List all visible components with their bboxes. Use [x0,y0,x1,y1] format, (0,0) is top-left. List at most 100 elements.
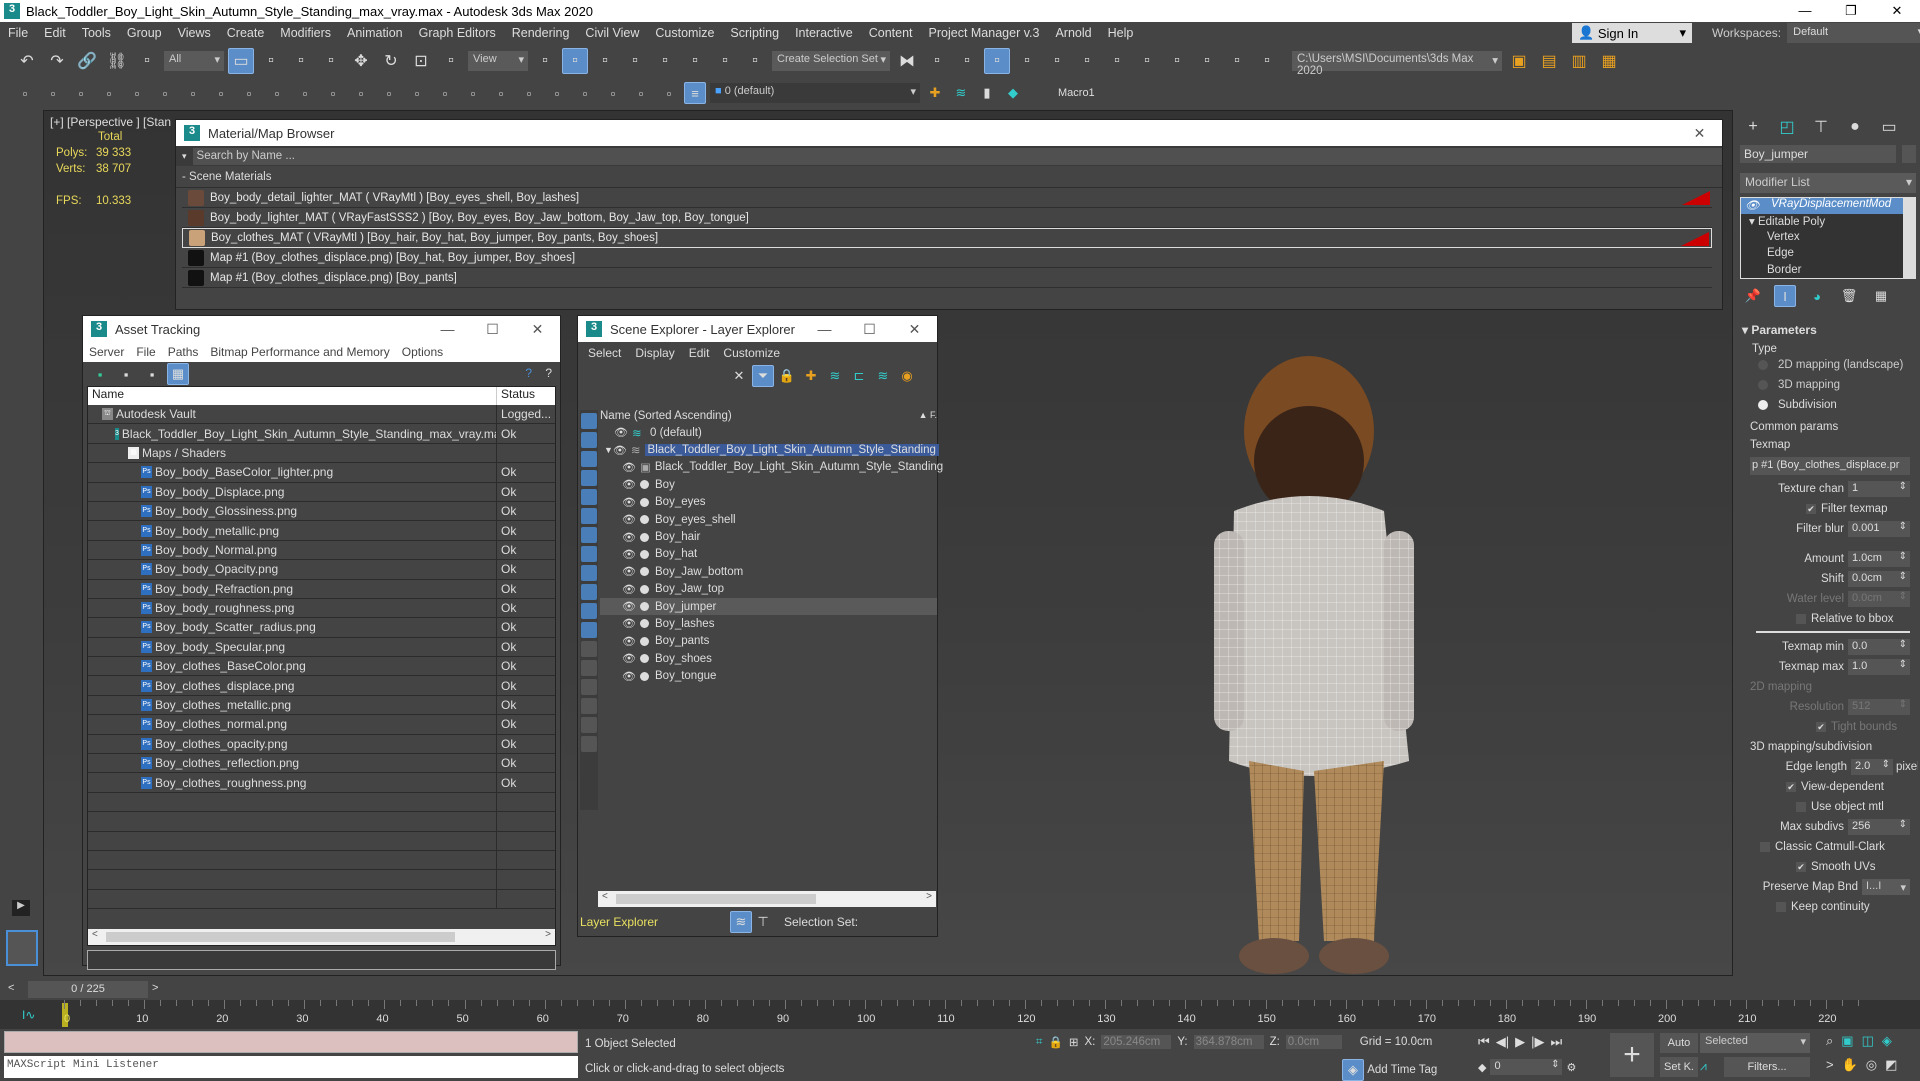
project-path-dropdown[interactable]: C:\Users\MSI\Documents\3ds Max 2020 [1292,51,1502,77]
scene-explorer-row[interactable]: 👁 Boy_hat [600,546,937,563]
filter-icon[interactable]: ⏷ [752,365,774,387]
visibility-eye-icon[interactable]: 👁 [613,444,627,457]
menu-animation[interactable]: Animation [339,26,411,40]
asset-row[interactable]: Ps Boy_body_Displace.png Ok [88,482,555,502]
column-header-name[interactable]: Name [88,387,497,405]
hierarchy-mode-icon[interactable]: ⊤ [752,911,774,933]
percent-snap-icon[interactable]: ▫ [682,48,708,74]
asset-menu-bitmap-performance-and-memory[interactable]: Bitmap Performance and Memory [204,345,395,359]
next-frame-icon[interactable]: |▶ [1531,1034,1544,1050]
asset-row[interactable]: Ps Boy_body_Glossiness.png Ok [88,501,555,522]
display-filter-icon[interactable] [581,508,597,524]
isolate-selection-icon[interactable]: ⌗ [1036,1036,1042,1049]
parameters-rollout[interactable]: ▾ Parameters [1736,323,1920,343]
scene-explorer-row[interactable]: 👁 ≋ 0 (default) [600,424,937,441]
make-unique-icon[interactable]: ◕ [1806,285,1828,307]
teapot-icon[interactable]: ▫ [518,82,540,104]
scene-explorer-row[interactable]: 👁 Boy_eyes_shell [600,511,937,528]
display-filter-icon[interactable] [581,432,597,448]
go-to-end-icon[interactable]: ⏭ [1550,1034,1562,1050]
key-tangent-icon[interactable]: ⩘ [1700,1059,1707,1074]
motion-tab-icon[interactable]: ● [1842,114,1868,140]
play-icon[interactable]: ▶ [1515,1034,1525,1050]
track-bar[interactable]: I∿ 0 10 20 30 40 50 60 70 80 90 100 110 120 130 140 150… [0,1000,1920,1029]
zoom-extents-all-icon[interactable]: ◈ [1882,1033,1892,1049]
type-radio-option[interactable]: Subdivision [1758,395,1920,415]
display-filter-icon[interactable] [581,641,597,657]
display-filter-icon[interactable] [581,679,597,695]
unlink-icon[interactable]: ⛓ [104,48,130,74]
bind-space-warp-icon[interactable]: ▫ [134,48,160,74]
asset-row[interactable]: Ps Boy_body_Scatter_radius.png Ok [88,618,555,638]
modifier-stack-item[interactable]: 👁 VRayDisplacementMod [1741,198,1903,215]
column-header-status[interactable]: Status [497,387,555,405]
checkbox[interactable] [1760,842,1770,852]
checkbox[interactable]: ✔ [1816,722,1826,732]
project-settings-icon[interactable]: ▣ [1506,48,1532,74]
type-radio-option[interactable]: 3D mapping [1758,375,1920,395]
thumbnail-icon[interactable]: ▪ [141,363,163,385]
maxscript-output[interactable] [4,1031,578,1053]
geosphere-icon[interactable]: ▫ [574,82,596,104]
stack-scrollbar[interactable] [1903,198,1915,278]
horizontal-scrollbar[interactable]: < > [598,891,936,907]
asset-row[interactable]: Ps Boy_clothes_normal.png Ok [88,715,555,735]
select-by-name-icon[interactable]: ▫ [258,48,284,74]
tight-bounds-checkbox[interactable]: ✔ Tight bounds [1736,717,1910,737]
water-level-spinner[interactable]: 0.0cm [1848,591,1910,607]
scene-explorer-row[interactable]: 👁 Boy_pants [600,633,937,650]
undo-icon[interactable]: ↶ [14,48,40,74]
modifier-toggle-eye-icon[interactable]: 👁 [1745,198,1760,212]
asset-row[interactable]: Ps Boy_body_roughness.png Ok [88,598,555,619]
set-key-button[interactable]: Set K. [1660,1057,1698,1077]
keyboard-shortcut-icon[interactable]: ▫ [592,48,618,74]
tube-icon[interactable]: ▫ [602,82,624,104]
maximize-button[interactable]: ☐ [847,316,892,342]
table-view-icon[interactable]: ▦ [167,363,189,385]
help-icon[interactable]: ? [525,366,532,380]
previous-frame-icon[interactable]: ◀| [1496,1034,1509,1050]
display-filter-icon[interactable] [581,413,597,429]
spacewarp-icon[interactable]: ▫ [350,82,372,104]
asset-row[interactable]: 3 Black_Toddler_Boy_Light_Skin_Autumn_Sty… [88,424,555,444]
schematic-view-icon[interactable]: ▫ [1074,48,1100,74]
asset-row[interactable]: Ps Boy_clothes_opacity.png Ok [88,734,555,755]
render-setup-icon[interactable]: ▫ [1134,48,1160,74]
box-icon[interactable]: ▫ [70,82,92,104]
create-tab-icon[interactable]: + [1740,114,1766,140]
visibility-eye-icon[interactable]: 👁 [622,565,636,578]
pyramid-icon[interactable]: ▫ [630,82,652,104]
visibility-eye-icon[interactable]: 👁 [622,548,636,561]
scene-explorer-row[interactable]: 👁 Boy_jumper [600,597,937,616]
sun-icon[interactable]: ▫ [266,82,288,104]
minimize-button[interactable]: — [802,316,847,342]
toddler-model[interactable] [1174,341,1474,981]
light-icon[interactable]: ▫ [238,82,260,104]
helper-icon[interactable]: ▫ [322,82,344,104]
display-filter-icon[interactable] [581,546,597,562]
maximize-button[interactable]: ❐ [1828,0,1874,22]
smooth-uvs-checkbox[interactable]: ✔ Smooth UVs [1736,857,1910,877]
info-icon[interactable]: ▫ [658,82,680,104]
search-options-icon[interactable]: ▾ [182,151,187,162]
menu-group[interactable]: Group [119,26,170,40]
scene-explorer-row[interactable]: 👁 Boy_shoes [600,650,937,667]
layer-props-icon[interactable]: ◆ [1002,82,1024,104]
explorer-menu-edit[interactable]: Edit [685,346,720,360]
maxscript-listener-input[interactable]: MAXScript Mini Listener [4,1056,578,1078]
snaps-icon[interactable]: ▫ [622,48,648,74]
material-list-item[interactable]: Map #1 (Boy_clothes_displace.png) [Boy_p… [182,268,1712,288]
display-tab-icon[interactable]: ▭ [1876,114,1902,140]
keep-continuity-checkbox[interactable]: Keep continuity [1736,897,1910,917]
key-filter-dropdown[interactable]: Selected [1700,1033,1810,1053]
selection-filter-dropdown[interactable]: All [164,51,224,71]
select-manipulate-icon[interactable]: ▫ [562,48,588,74]
viewport-label[interactable]: [+] [Perspective ] [Stan [50,115,171,129]
ribbon-icon[interactable]: ▫ [1014,48,1040,74]
rect-region-icon[interactable]: ▫ [288,48,314,74]
checkbox[interactable]: ✔ [1806,504,1816,514]
orbit-icon[interactable]: ◎ [1866,1057,1877,1073]
menu-graph-editors[interactable]: Graph Editors [411,26,504,40]
torus-icon[interactable]: ▫ [182,82,204,104]
checkbox[interactable]: ✔ [1786,782,1796,792]
